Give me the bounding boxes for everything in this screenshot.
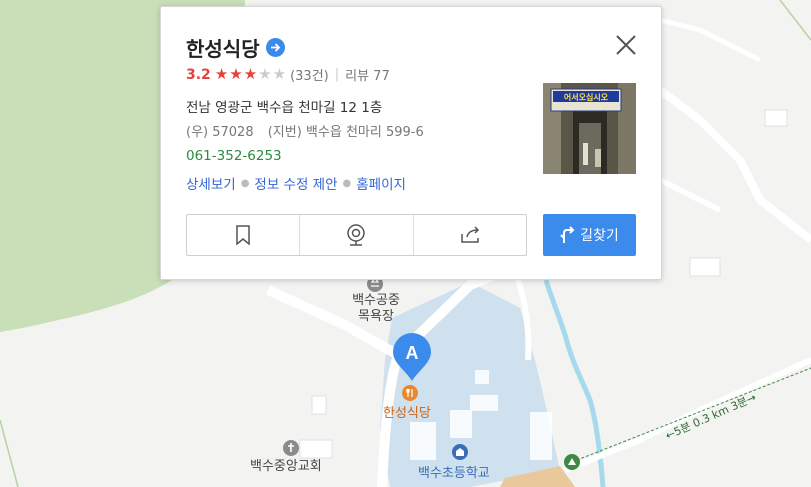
jibun-row: (우) 57028 (지번) 백수읍 천마리 599-6 [186,121,434,140]
homepage-link[interactable]: 홈페이지 [356,173,406,193]
restaurant-map-label[interactable]: 한성식당 [383,402,431,421]
directions-label: 길찾기 [580,228,619,244]
bathhouse-label: 백수공중 목욕장 [352,293,400,324]
jibun-address: (지번) 백수읍 천마리 599-6 [267,125,424,140]
street-view-button[interactable] [300,215,414,255]
church-icon [283,440,299,456]
restaurant-icon [402,385,418,401]
action-button-group [186,214,527,256]
marker-letter: A [406,343,419,363]
place-name[interactable]: 한성식당 [186,33,260,62]
street-view-icon [347,224,366,246]
detail-link[interactable]: 상세보기 [186,173,236,193]
church-label: 백수중앙교회 [250,459,322,474]
directions-icon [560,226,575,243]
place-photo[interactable]: 어서오십시오 [543,83,636,174]
close-icon[interactable] [614,33,638,57]
share-icon [461,226,479,243]
star-filled-icon: ★ [243,65,258,83]
rating-count: (33건) [290,69,329,84]
bookmark-icon [236,225,250,245]
link-row: 상세보기 ● 정보 수정 제안 ● 홈페이지 [186,173,406,193]
star-empty-icon: ★ [258,65,272,83]
photo-sign-text: 어서오십시오 [564,92,609,102]
directions-button[interactable]: 길찾기 [543,214,636,256]
school-label: 백수초등학교 [418,466,490,481]
mountain-icon [564,454,580,470]
rating-score: 3.2 [186,66,211,83]
review-count[interactable]: 리뷰 77 [345,65,390,84]
title-row: 한성식당 [186,33,285,62]
rating-stars: ★ ★ ★ ★ ★ [215,67,287,82]
divider: | [334,67,340,82]
rating-row: 3.2 ★ ★ ★ ★ ★ (33건) | 리뷰 77 [186,65,390,85]
bookmark-button[interactable] [187,215,301,255]
place-info-card: 한성식당 3.2 ★ ★ ★ ★ ★ (33건) | 리뷰 77 전남 영광군 백수읍 … [160,6,662,280]
arrow-right-icon[interactable] [265,38,285,57]
school-icon [452,444,468,460]
star-empty-icon: ★ [272,65,287,83]
star-filled-icon: ★ [229,65,243,83]
road-address: 전남 영광군 백수읍 천마길 12 1층 [186,100,383,116]
share-button[interactable] [414,215,526,255]
postal-code: (우) 57028 [186,125,254,140]
star-filled-icon: ★ [214,65,229,83]
edit-suggest-link[interactable]: 정보 수정 제안 [254,173,337,193]
link-separator: ● [342,177,352,189]
link-separator: ● [240,177,250,189]
phone-number[interactable]: 061-352-6253 [186,148,282,164]
